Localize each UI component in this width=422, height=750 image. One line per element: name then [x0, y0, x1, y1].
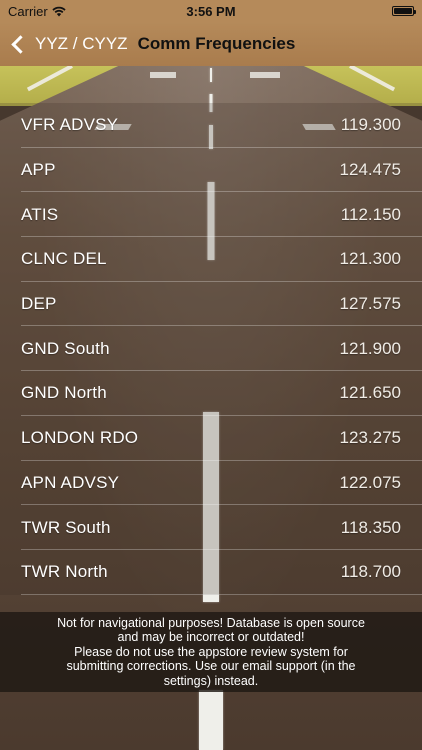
runway-marking	[150, 72, 176, 78]
battery-level	[394, 8, 412, 14]
wifi-icon	[52, 6, 66, 16]
frequency-row[interactable]: VFR ADVSY 119.300	[0, 103, 422, 148]
frequency-value: 119.300	[340, 115, 401, 135]
disclaimer-text: Not for navigational purposes! Database …	[57, 615, 365, 688]
runway-centerline-dash	[199, 690, 223, 750]
frequency-value: 124.475	[339, 160, 401, 180]
frequency-name: DEP	[21, 294, 57, 314]
runway-centerline-dash	[210, 68, 212, 82]
frequency-value: 118.700	[340, 562, 401, 582]
frequency-row[interactable]: CLNC DEL 121.300	[0, 237, 422, 282]
frequency-row[interactable]: GND South 121.900	[0, 326, 422, 371]
frequency-row[interactable]: ATIS 112.150	[0, 192, 422, 237]
frequency-value: 112.150	[340, 204, 401, 224]
frequency-value: 118.350	[340, 517, 401, 537]
status-bar: Carrier 3:56 PM	[0, 0, 422, 22]
frequency-name: GND North	[21, 383, 107, 403]
frequency-value: 122.075	[339, 472, 401, 492]
frequency-name: LONDON RDO	[21, 428, 139, 448]
frequency-row[interactable]: TWR North 118.700	[0, 550, 422, 595]
back-button-label: YYZ / CYYZ	[35, 34, 128, 53]
frequency-row[interactable]: APP 124.475	[0, 148, 422, 193]
frequency-value: 123.275	[339, 428, 401, 448]
frequency-value: 121.300	[339, 249, 401, 269]
frequency-row[interactable]: APN ADVSY 122.075	[0, 461, 422, 506]
frequency-list: VFR ADVSY 119.300 APP 124.475 ATIS 112.1…	[0, 103, 422, 595]
disclaimer-banner: Not for navigational purposes! Database …	[0, 612, 422, 692]
frequency-name: TWR North	[21, 562, 108, 582]
frequency-row[interactable]: TWR South 118.350	[0, 505, 422, 550]
runway-marking	[250, 72, 280, 78]
frequency-value: 121.900	[339, 338, 401, 358]
frequency-name: VFR ADVSY	[21, 115, 119, 135]
frequency-name: GND South	[21, 338, 110, 358]
frequency-name: TWR South	[21, 517, 111, 537]
frequency-value: 127.575	[339, 294, 401, 314]
navigation-bar: YYZ / CYYZ Comm Frequencies	[0, 22, 422, 66]
frequency-value: 121.650	[339, 383, 401, 403]
frequency-name: CLNC DEL	[21, 249, 107, 269]
chevron-left-icon	[11, 34, 30, 54]
frequency-row[interactable]: GND North 121.650	[0, 371, 422, 416]
back-button[interactable]: YYZ / CYYZ	[10, 34, 128, 54]
frequency-name: APP	[21, 160, 56, 180]
carrier-label: Carrier	[8, 3, 48, 19]
frequency-name: ATIS	[21, 204, 59, 224]
battery-icon	[392, 6, 416, 16]
frequency-name: APN ADVSY	[21, 472, 120, 492]
frequency-row[interactable]: LONDON RDO 123.275	[0, 416, 422, 461]
status-left: Carrier	[8, 4, 66, 19]
frequency-row[interactable]: DEP 127.575	[0, 282, 422, 327]
page-title: Comm Frequencies	[137, 34, 296, 53]
